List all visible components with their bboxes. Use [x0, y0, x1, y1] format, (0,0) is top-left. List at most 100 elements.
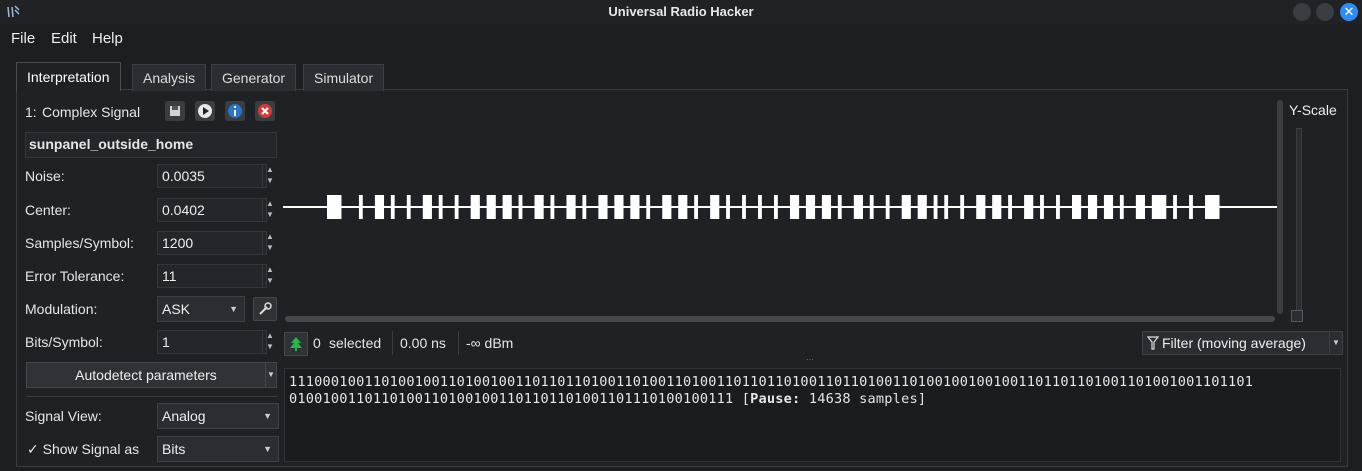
- signal-pulse: [486, 195, 496, 219]
- autodetect-button[interactable]: Autodetect parameters: [26, 362, 266, 388]
- filter-dropdown[interactable]: ▼: [1329, 331, 1343, 355]
- bits-line-2-bits: 0100100110110100110100100110110110100110…: [289, 391, 734, 407]
- pause-open: [: [733, 391, 751, 407]
- noise-input[interactable]: 0.0035: [157, 164, 267, 188]
- modulation-select[interactable]: ASK ▼: [157, 296, 245, 322]
- tolerance-spin-arrows[interactable]: ▲ ▼: [262, 264, 277, 288]
- minimize-button[interactable]: [1293, 3, 1311, 21]
- noise-spin-arrows[interactable]: ▲ ▼: [262, 164, 277, 188]
- filter-label: Filter (moving average): [1162, 335, 1306, 351]
- window-title: Universal Radio Hacker: [608, 4, 754, 19]
- play-icon[interactable]: [195, 101, 215, 121]
- modulation-value: ASK: [162, 301, 191, 317]
- center-label: Center:: [25, 202, 71, 218]
- signal-pulse: [1040, 195, 1044, 219]
- splitter-handle[interactable]: ···: [806, 356, 818, 364]
- signal-pulse: [598, 195, 608, 219]
- sps-label: Samples/Symbol:: [25, 235, 134, 251]
- signal-pulse: [774, 195, 778, 219]
- bps-label: Bits/Symbol:: [25, 334, 103, 350]
- signal-pulse: [327, 195, 342, 219]
- y-scale-slider[interactable]: [1296, 128, 1302, 314]
- horizontal-scrollbar[interactable]: [285, 316, 1275, 322]
- status-separator: [458, 331, 459, 355]
- bps-spin-arrows[interactable]: ▲ ▼: [262, 330, 277, 354]
- show-signal-as-select[interactable]: Bits ▼: [157, 436, 279, 462]
- signal-pulse: [821, 195, 832, 219]
- y-scale-label: Y-Scale: [1289, 102, 1337, 118]
- tab-interpretation[interactable]: Interpretation: [16, 62, 121, 91]
- signal-view-select[interactable]: Analog ▼: [157, 403, 279, 429]
- pause-keyword: Pause:: [750, 391, 801, 407]
- tab-simulator[interactable]: Simulator: [303, 64, 385, 91]
- signal-pulse: [470, 195, 480, 219]
- tab-analysis[interactable]: Analysis: [132, 64, 207, 91]
- signal-pulse: [726, 195, 730, 219]
- demodulated-bits-text: 1110001001101001001101001001101101101001…: [289, 374, 1335, 408]
- signal-pulse: [406, 195, 411, 219]
- signal-pulse: [758, 195, 762, 219]
- signal-pulse: [1024, 195, 1034, 219]
- wrench-icon[interactable]: [253, 297, 277, 321]
- signal-pulse: [853, 195, 863, 219]
- menu-file[interactable]: File: [11, 30, 35, 47]
- signal-pulse: [694, 195, 698, 219]
- signal-name-field[interactable]: sunpanel_outside_home: [25, 132, 277, 158]
- selected-label: selected: [329, 335, 382, 351]
- signal-type-label: Complex Signal: [42, 104, 141, 120]
- menu-edit[interactable]: Edit: [51, 30, 77, 47]
- signal-pulse: [1119, 195, 1124, 219]
- filter-icon: [1147, 336, 1159, 350]
- center-spin-arrows[interactable]: ▲ ▼: [262, 198, 277, 222]
- tab-generator[interactable]: Generator: [211, 64, 297, 91]
- signal-name: sunpanel_outside_home: [29, 136, 194, 152]
- noise-label: Noise:: [25, 168, 65, 184]
- tolerance-label: Error Tolerance:: [25, 268, 125, 284]
- signal-pulse: [917, 195, 927, 219]
- signal-pulse: [534, 195, 544, 219]
- vertical-scrollbar[interactable]: [1277, 100, 1283, 314]
- chevron-down-icon: ▼: [263, 411, 272, 421]
- tolerance-input[interactable]: 11: [157, 264, 267, 288]
- signal-waveform[interactable]: [283, 180, 1277, 236]
- sps-spin-arrows[interactable]: ▲ ▼: [262, 231, 277, 255]
- menu-help[interactable]: Help: [92, 30, 123, 47]
- signal-pulse: [518, 195, 523, 219]
- signal-pulse: [805, 195, 816, 219]
- tree-icon[interactable]: [284, 332, 308, 356]
- signal-pulse: [885, 195, 890, 219]
- signal-pulse: [662, 195, 672, 219]
- chevron-down-icon: ▼: [263, 444, 272, 454]
- signal-pulse: [710, 195, 720, 219]
- save-icon[interactable]: [165, 101, 185, 121]
- maximize-button[interactable]: [1316, 3, 1334, 21]
- show-signal-as-checkbox[interactable]: ✓ Show Signal as: [27, 441, 139, 458]
- signal-pulse: [789, 195, 800, 219]
- chevron-down-icon: ▼: [229, 304, 238, 314]
- modulation-label: Modulation:: [25, 301, 98, 317]
- signal-pulse: [374, 195, 385, 219]
- close-red-icon[interactable]: [255, 101, 275, 121]
- close-window-button[interactable]: ✕: [1340, 3, 1358, 21]
- selected-count: 0: [313, 335, 321, 351]
- bits-line-2: 0100100110110100110100100110110110100110…: [289, 391, 1335, 408]
- autodetect-dropdown[interactable]: ▼: [265, 362, 277, 388]
- signal-view-label: Signal View:: [25, 408, 102, 424]
- signal-pulse: [1103, 195, 1114, 219]
- signal-pulse: [390, 195, 395, 219]
- signal-pulse: [1056, 195, 1060, 219]
- signal-pulse: [646, 195, 651, 219]
- pause-samples: 14638 samples]: [800, 391, 927, 407]
- y-scale-slider-handle[interactable]: [1291, 310, 1303, 322]
- info-icon[interactable]: [225, 101, 245, 121]
- signal-pulse: [933, 195, 938, 219]
- signal-pulse: [944, 195, 949, 219]
- signal-pulse: [976, 195, 986, 219]
- selection-power: -∞ dBm: [466, 335, 514, 351]
- sps-input[interactable]: 1200: [157, 231, 267, 255]
- signal-pulse: [1205, 195, 1220, 219]
- center-input[interactable]: 0.0402: [157, 198, 267, 222]
- status-separator: [392, 331, 393, 355]
- filter-button[interactable]: Filter (moving average): [1142, 331, 1330, 355]
- bps-input[interactable]: 1: [157, 330, 267, 354]
